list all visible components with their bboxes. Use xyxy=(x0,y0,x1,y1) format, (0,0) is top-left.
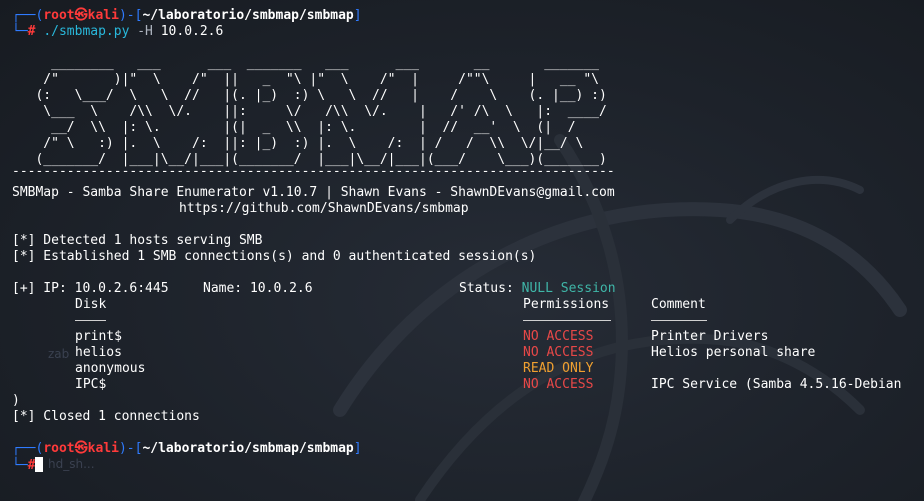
banner-line: \___ \ /\\ \/. ||: \/ /\\ \/. | /' /\ \ … xyxy=(12,104,607,119)
command-arg: 10.0.2.6 xyxy=(160,24,224,39)
banner-line: __/ \\ |: \. |(| _ \\ |: \. | // __' \ (… xyxy=(12,120,576,135)
command-flag: -H xyxy=(137,24,153,39)
input-line[interactable]: └─# xyxy=(12,457,44,473)
prompt-path: ~/laboratorio/smbmap/smbmap xyxy=(142,441,354,456)
share-name: IPC$ xyxy=(75,377,107,392)
status-line-detected: [*] Detected 1 hosts serving SMB xyxy=(12,233,263,248)
banner-line: (: \___/ \ \ // |(. |_) :) \ \ // | / \ … xyxy=(12,88,607,103)
prompt-host: kali xyxy=(87,441,119,456)
prompt-user: root xyxy=(43,8,75,23)
host-name: Name: 10.0.2.6 xyxy=(203,281,313,296)
share-permissions: NO ACCESS xyxy=(523,377,594,392)
share-name: print$ xyxy=(75,329,122,344)
share-name: helios xyxy=(75,345,122,360)
prompt-symbol: # xyxy=(27,458,36,473)
header-comment: Comment xyxy=(651,297,706,312)
status-value: NULL Session xyxy=(521,281,616,296)
prompt-line: ┌──(root㉿kali)-[~/laboratorio/smbmap/smb… xyxy=(12,441,362,456)
share-name: anonymous xyxy=(75,361,146,376)
prompt-line: ┌──(root㉿kali)-[~/laboratorio/smbmap/smb… xyxy=(12,8,362,23)
skull-icon: ㉿ xyxy=(74,441,88,456)
status-label: Status: xyxy=(459,281,522,296)
banner-line: /" \ :) |. \ /: ||: |_) :) |. \ /: | / /… xyxy=(12,136,584,151)
prompt-host: kali xyxy=(87,8,119,23)
share-comment: Printer Drivers xyxy=(651,329,769,344)
share-comment: IPC Service (Samba 4.5.16-Debian xyxy=(651,377,902,392)
command-program: ./smbmap.py xyxy=(43,24,130,39)
prompt-user: root xyxy=(43,441,75,456)
info-line: SMBMap - Samba Share Enumerator v1.10.7 … xyxy=(12,185,615,200)
skull-icon: ㉿ xyxy=(74,8,88,23)
background-ghost-text: zab xyxy=(48,347,70,361)
host-ip: [+] IP: 10.0.2.6:445 xyxy=(12,281,169,296)
header-underline xyxy=(523,320,611,321)
header-permissions: Permissions xyxy=(523,297,610,312)
header-disk: Disk xyxy=(75,297,107,312)
share-permissions: NO ACCESS xyxy=(523,345,594,360)
terminal-window[interactable]: zab hd_sh... ┌──(root㉿kali)-[~/laborator… xyxy=(0,0,924,501)
banner-rule: ----------------------------------------… xyxy=(12,164,615,179)
prompt-symbol: # xyxy=(27,24,36,39)
command-line: └─# ./smbmap.py -H 10.0.2.6 xyxy=(12,24,224,39)
share-comment: Helios personal share xyxy=(651,345,816,360)
host-status: Status: NULL Session xyxy=(459,281,616,297)
header-underline xyxy=(75,320,106,321)
status-line-established: [*] Established 1 SMB connections(s) and… xyxy=(12,249,537,264)
github-url: https://github.com/ShawnDEvans/smbmap xyxy=(179,201,469,216)
share-permissions: READ ONLY xyxy=(523,361,594,376)
text-cursor[interactable] xyxy=(35,457,44,472)
close-paren: ) xyxy=(12,393,20,408)
prompt-path: ~/laboratorio/smbmap/smbmap xyxy=(142,8,354,23)
share-permissions: NO ACCESS xyxy=(523,329,594,344)
banner-line: ________ ___ ___ _______ ___ ___ __ ____… xyxy=(12,56,599,71)
closed-line: [*] Closed 1 connections xyxy=(12,409,200,424)
header-underline xyxy=(651,320,707,321)
background-ghost-text: hd_sh... xyxy=(48,457,95,471)
banner-line: /" )|" \ /" || _ "\ |" \ /" | /""\ | __ … xyxy=(12,72,599,87)
